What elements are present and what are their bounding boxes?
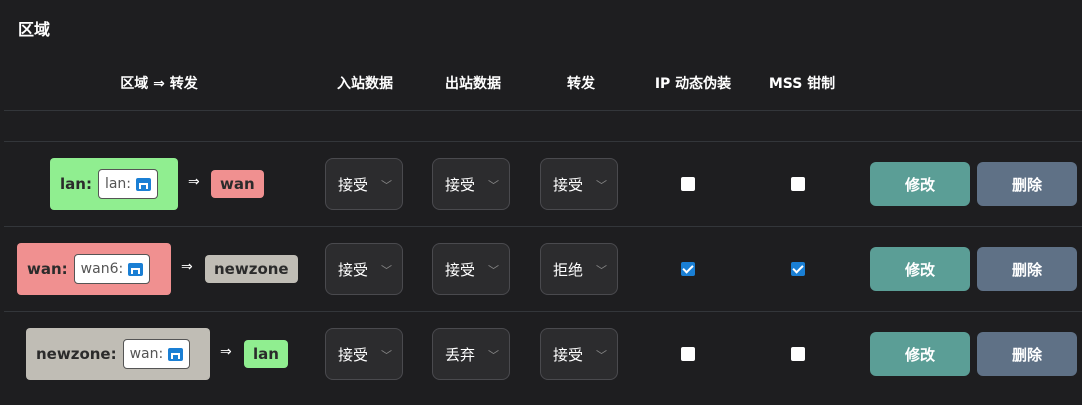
chevron-down-icon: ﹀ <box>488 179 499 192</box>
masquerading-checkbox[interactable] <box>681 177 695 191</box>
delete-button[interactable]: 删除 <box>977 162 1077 206</box>
edit-button[interactable]: 修改 <box>870 162 970 206</box>
forward-policy-select[interactable]: 接受 ﹀ <box>540 328 618 380</box>
interface-name: wan6: <box>80 261 124 277</box>
delete-button[interactable]: 删除 <box>977 332 1077 376</box>
header-zone-forward: 区域 ⇒ 转发 <box>120 76 198 92</box>
zone-label: lan: <box>60 175 92 193</box>
chevron-down-icon: ﹀ <box>596 349 607 362</box>
network-port-icon <box>128 262 144 276</box>
zone-label: newzone: <box>36 345 117 363</box>
zone-row-newzone: newzone: wan: ⇒ lan 接受 ﹀ 丢弃 ﹀ 接受 ﹀ 修改 删除 <box>0 312 1082 397</box>
chevron-down-icon: ﹀ <box>488 264 499 277</box>
forward-arrow: ⇒ <box>188 174 200 190</box>
select-value: 接受 <box>553 345 584 364</box>
network-port-icon <box>136 177 152 191</box>
select-value: 接受 <box>445 260 476 279</box>
interface-badge[interactable]: wan6: <box>73 254 151 284</box>
header-forward: 转发 <box>567 76 595 92</box>
interface-badge[interactable]: wan: <box>122 339 191 369</box>
edit-button[interactable]: 修改 <box>870 247 970 291</box>
forward-policy-select[interactable]: 接受 ﹀ <box>540 158 618 210</box>
masquerading-checkbox[interactable] <box>681 262 695 276</box>
forward-policy-select[interactable]: 拒绝 ﹀ <box>540 243 618 295</box>
zone-row-wan: wan: wan6: ⇒ newzone 接受 ﹀ 接受 ﹀ 拒绝 ﹀ 修改 删除 <box>0 227 1082 312</box>
select-value: 接受 <box>338 175 369 194</box>
output-policy-select[interactable]: 丢弃 ﹀ <box>432 328 510 380</box>
zone-badge-lan[interactable]: lan: lan: <box>50 158 178 210</box>
chevron-down-icon: ﹀ <box>596 264 607 277</box>
select-value: 丢弃 <box>445 345 476 364</box>
network-port-icon <box>168 347 184 361</box>
header-masquerading: IP 动态伪装 <box>654 76 732 92</box>
zone-label: wan: <box>27 260 68 278</box>
select-value: 接受 <box>445 175 476 194</box>
mss-clamping-checkbox[interactable] <box>791 347 805 361</box>
forward-arrow: ⇒ <box>181 259 193 275</box>
select-value: 接受 <box>338 345 369 364</box>
select-value: 接受 <box>553 175 584 194</box>
section-title: 区域 <box>18 20 51 39</box>
interface-badge[interactable]: lan: <box>97 169 159 199</box>
chevron-down-icon: ﹀ <box>488 349 499 362</box>
header-input: 入站数据 <box>337 76 393 92</box>
interface-name: lan: <box>104 176 132 192</box>
header-mss-clamping: MSS 钳制 <box>768 76 836 92</box>
output-policy-select[interactable]: 接受 ﹀ <box>432 243 510 295</box>
header-output: 出站数据 <box>445 76 501 92</box>
zone-badge-wan[interactable]: wan: wan6: <box>17 243 171 295</box>
input-policy-select[interactable]: 接受 ﹀ <box>325 328 403 380</box>
interface-name: wan: <box>129 346 164 362</box>
delete-button[interactable]: 删除 <box>977 247 1077 291</box>
forward-dest-badge: wan <box>211 170 264 198</box>
edit-button[interactable]: 修改 <box>870 332 970 376</box>
mss-clamping-checkbox[interactable] <box>791 177 805 191</box>
header-divider <box>4 110 1082 111</box>
mss-clamping-checkbox[interactable] <box>791 262 805 276</box>
chevron-down-icon: ﹀ <box>381 349 392 362</box>
select-value: 拒绝 <box>553 260 584 279</box>
zone-badge-newzone[interactable]: newzone: wan: <box>26 328 210 380</box>
forward-dest-badge: newzone <box>205 255 298 283</box>
input-policy-select[interactable]: 接受 ﹀ <box>325 158 403 210</box>
chevron-down-icon: ﹀ <box>381 264 392 277</box>
select-value: 接受 <box>338 260 369 279</box>
chevron-down-icon: ﹀ <box>381 179 392 192</box>
forward-arrow: ⇒ <box>220 344 232 360</box>
masquerading-checkbox[interactable] <box>681 347 695 361</box>
zone-row-lan: lan: lan: ⇒ wan 接受 ﹀ 接受 ﹀ 接受 ﹀ 修改 删除 <box>0 142 1082 227</box>
output-policy-select[interactable]: 接受 ﹀ <box>432 158 510 210</box>
input-policy-select[interactable]: 接受 ﹀ <box>325 243 403 295</box>
forward-dest-badge: lan <box>244 340 288 368</box>
chevron-down-icon: ﹀ <box>596 179 607 192</box>
